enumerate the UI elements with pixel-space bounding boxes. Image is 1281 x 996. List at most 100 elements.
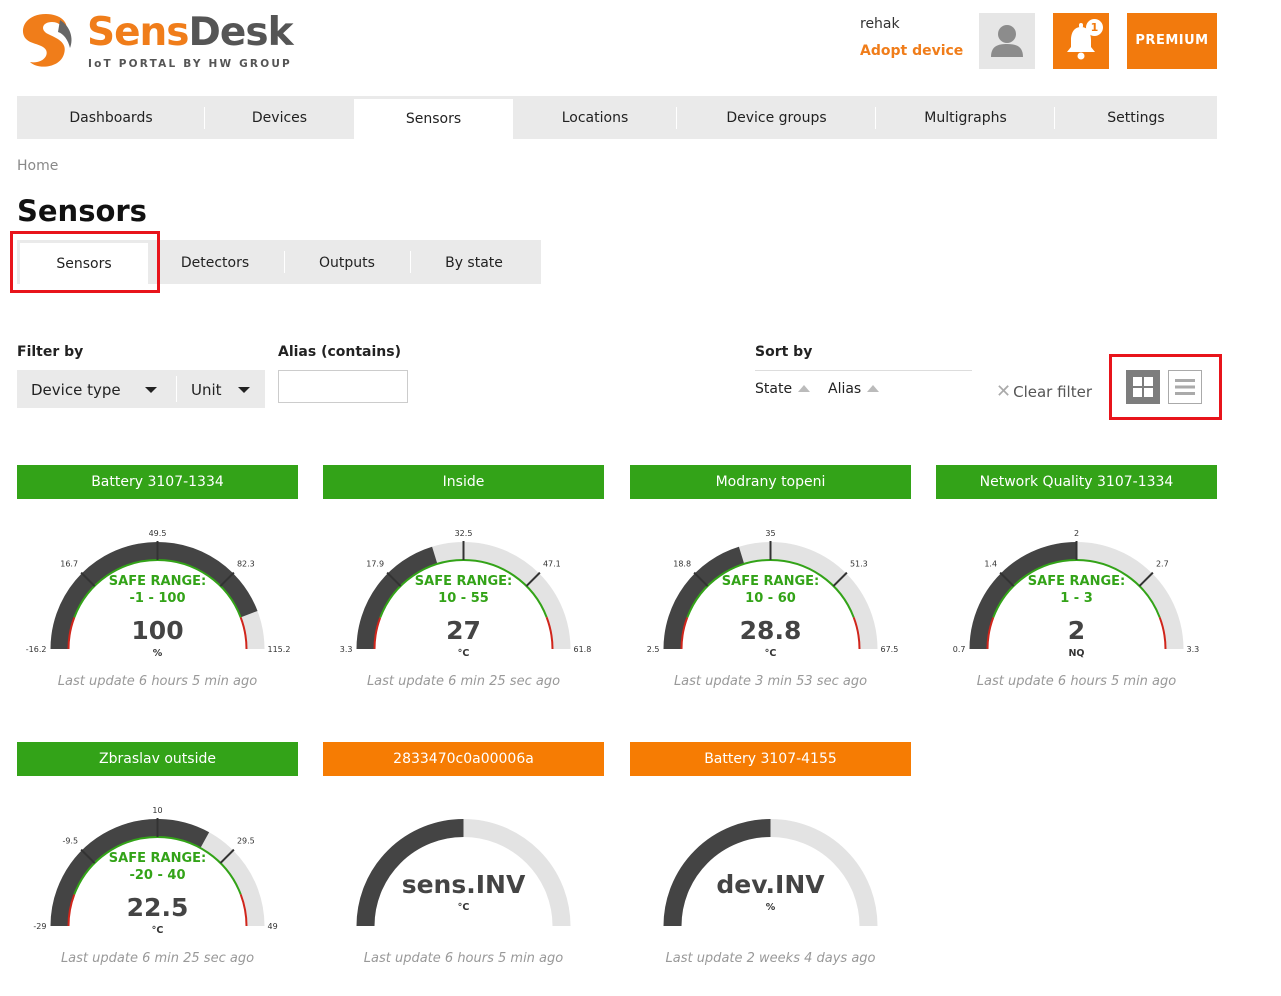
nav-multigraphs[interactable]: Multigraphs <box>876 96 1055 139</box>
sensor-unit: °C <box>764 648 777 659</box>
last-update-text: Last update 6 min 25 sec ago <box>60 951 255 966</box>
tab-by-state[interactable]: By state <box>411 240 537 284</box>
sensor-card[interactable]: Battery 3107-4155 dev.INV% Last update 2 w… <box>630 742 911 982</box>
sensor-unit: °C <box>151 925 164 936</box>
gauge-tick-label: 10 <box>152 806 162 815</box>
gauge-tick-label: 51.3 <box>850 560 868 569</box>
tab-outputs[interactable]: Outputs <box>285 240 409 284</box>
nav-settings[interactable]: Settings <box>1055 96 1217 139</box>
safe-range-value: 10 - 60 <box>745 591 796 606</box>
sensdesk-logo[interactable]: SensDesk IoT PORTAL BY HW GROUP <box>16 10 306 72</box>
last-update-text: Last update 6 hours 5 min ago <box>363 951 564 966</box>
sensor-unit: °C <box>457 648 470 659</box>
highlight-box <box>1109 354 1222 420</box>
gauge-tick-label: 1.4 <box>984 560 997 569</box>
device-type-dropdown[interactable]: Device type <box>17 370 175 408</box>
nav-dashboards[interactable]: Dashboards <box>17 96 205 139</box>
sensor-card[interactable]: Zbraslav outside -29 -9.5 10 29.5 49 SAFE RANG… <box>17 742 298 982</box>
sensor-card[interactable]: Inside 3.3 17.9 32.5 47.1 61.8 SAFE RANGE: 10 -… <box>323 465 604 705</box>
user-avatar-button[interactable] <box>979 13 1035 69</box>
sensor-card-title[interactable]: Inside <box>323 465 604 499</box>
close-icon: ✕ <box>996 381 1012 402</box>
last-update-text: Last update 2 weeks 4 days ago <box>665 951 876 966</box>
sensor-value: 100 <box>131 616 184 645</box>
page-title: Sensors <box>17 194 147 228</box>
sensor-unit: % <box>152 648 163 659</box>
clear-filter-label: Clear filter <box>1013 383 1092 401</box>
username: rehak <box>860 16 900 32</box>
adopt-device-link[interactable]: Adopt device <box>860 43 963 59</box>
safe-range-label: SAFE RANGE: <box>108 574 207 589</box>
sensor-unit: NQ <box>1068 648 1085 659</box>
last-update-text: Last update 6 hours 5 min ago <box>976 674 1177 689</box>
unit-dropdown[interactable]: Unit <box>177 370 265 408</box>
gauge-tick-label: 32.5 <box>455 529 473 538</box>
sensor-unit: % <box>765 902 776 913</box>
gauge-tick-label: 18.8 <box>673 560 691 569</box>
sort-by-label: Sort by <box>755 344 813 360</box>
sort-alias-button[interactable]: Alias <box>828 381 880 397</box>
gauge-tick-label: 47.1 <box>543 560 561 569</box>
premium-button[interactable]: PREMIUM <box>1127 13 1217 69</box>
chevron-down-icon <box>238 387 250 393</box>
last-update-text: Last update 6 hours 5 min ago <box>57 674 258 689</box>
sensor-value: 28.8 <box>739 616 802 645</box>
highlight-box <box>10 231 160 293</box>
sensor-value: 22.5 <box>126 893 189 922</box>
sensor-value: sens.INV <box>401 870 526 899</box>
gauge-tick-label: 2.7 <box>1156 560 1169 569</box>
sort-divider <box>755 370 972 371</box>
sort-ascending-icon <box>867 385 880 392</box>
sensor-card-title[interactable]: 2833470c0a00006a <box>323 742 604 776</box>
brand-name: SensDesk <box>87 10 294 55</box>
sensor-card[interactable]: Network Quality 3107-1334 0.7 1.4 2 2.7 3.3 SA… <box>936 465 1217 705</box>
notifications-button[interactable]: 1 <box>1053 13 1109 69</box>
safe-range-label: SAFE RANGE: <box>108 851 207 866</box>
safe-range-value: -1 - 100 <box>129 591 186 606</box>
sensor-card-title[interactable]: Modrany topeni <box>630 465 911 499</box>
nav-sensors[interactable]: Sensors <box>354 99 513 139</box>
safe-range-value: -20 - 40 <box>129 868 186 883</box>
user-icon <box>991 25 1023 57</box>
device-type-label: Device type <box>31 381 121 399</box>
last-update-text: Last update 6 min 25 sec ago <box>366 674 561 689</box>
filter-by-label: Filter by <box>17 344 84 360</box>
tab-detectors[interactable]: Detectors <box>151 240 279 284</box>
gauge-tick-label: 2 <box>1074 529 1079 538</box>
alias-filter-input[interactable] <box>278 370 408 403</box>
clear-filter-button[interactable]: ✕ Clear filter <box>996 381 1092 402</box>
nav-device-groups[interactable]: Device groups <box>677 96 876 139</box>
sensor-value: 2 <box>1067 616 1086 645</box>
logo-mark-icon <box>22 14 72 67</box>
gauge-tick-label: 49.5 <box>149 529 167 538</box>
sensor-card[interactable]: 2833470c0a00006a sens.INV °C Last update 6 … <box>323 742 604 982</box>
nav-devices[interactable]: Devices <box>205 96 354 139</box>
sort-ascending-icon <box>798 385 811 392</box>
safe-range-label: SAFE RANGE: <box>414 574 513 589</box>
sensor-card-title[interactable]: Zbraslav outside <box>17 742 298 776</box>
gauge-tick-label: 35 <box>765 529 775 538</box>
sensor-card-title[interactable]: Battery 3107-4155 <box>630 742 911 776</box>
sensor-card[interactable]: Battery 3107-1334 -16.2 16.7 49.5 82.3 115.2 S… <box>17 465 298 705</box>
sort-alias-label: Alias <box>828 381 862 397</box>
gauge-tick-label: 16.7 <box>60 560 78 569</box>
unit-label: Unit <box>191 381 222 399</box>
sensor-value: dev.INV <box>716 870 825 899</box>
safe-range-label: SAFE RANGE: <box>1027 574 1126 589</box>
alias-filter-label: Alias (contains) <box>278 344 402 360</box>
safe-range-label: SAFE RANGE: <box>721 574 820 589</box>
gauge-tick-label: -9.5 <box>62 837 78 846</box>
chevron-down-icon <box>145 387 157 393</box>
breadcrumb-home[interactable]: Home <box>17 158 58 174</box>
sensor-card[interactable]: Modrany topeni 2.5 18.8 35 51.3 67.5 SAFE RANG… <box>630 465 911 705</box>
main-navigation: Dashboards Devices Sensors Locations Dev… <box>17 96 1217 139</box>
sensor-unit: °C <box>457 902 470 913</box>
sensor-card-title[interactable]: Network Quality 3107-1334 <box>936 465 1217 499</box>
safe-range-value: 10 - 55 <box>438 591 489 606</box>
notification-count-badge: 1 <box>1086 19 1103 36</box>
nav-locations[interactable]: Locations <box>513 96 677 139</box>
filter-group: Device type Unit <box>17 370 265 408</box>
sensor-card-title[interactable]: Battery 3107-1334 <box>17 465 298 499</box>
safe-range-value: 1 - 3 <box>1060 591 1093 606</box>
sort-state-button[interactable]: State <box>755 381 811 397</box>
